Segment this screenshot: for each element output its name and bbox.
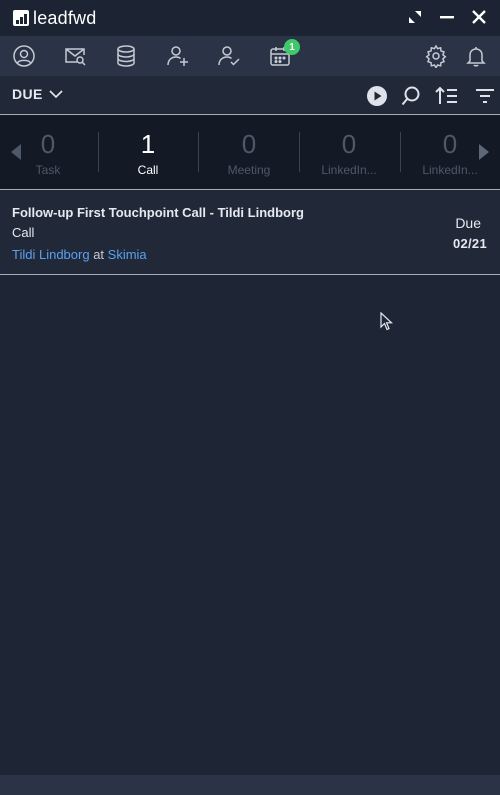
status-bar (0, 775, 500, 795)
calendar-badge: 1 (284, 39, 300, 55)
counter-count: 0 (40, 129, 56, 159)
close-icon[interactable] (468, 6, 490, 28)
task-title: Follow-up First Touchpoint Call - Tildi … (12, 205, 304, 220)
resize-icon[interactable] (404, 6, 426, 28)
bell-icon[interactable] (464, 44, 488, 68)
filter-icon[interactable] (473, 84, 497, 108)
scroll-right-arrow-icon[interactable] (477, 143, 491, 161)
due-label: Due (455, 215, 481, 231)
divider (400, 132, 401, 172)
counter-linkedin-1[interactable]: 0 LinkedIn... (309, 115, 389, 189)
divider (98, 132, 99, 172)
due-filter-label: DUE (12, 86, 43, 102)
counter-task[interactable]: 0 Task (8, 115, 88, 189)
contact-check-icon[interactable] (217, 44, 241, 68)
due-date: 02/21 (452, 236, 487, 251)
add-contact-icon[interactable] (166, 44, 190, 68)
counter-label: LinkedIn... (321, 163, 377, 177)
counter-count: 0 (341, 129, 357, 159)
title-bar: leadfwd (0, 0, 500, 36)
mouse-cursor-icon (380, 311, 394, 336)
counter-count: 1 (140, 129, 156, 159)
minimize-icon[interactable] (436, 6, 458, 28)
app-logo: leadfwd (13, 8, 96, 29)
database-icon[interactable] (114, 44, 138, 68)
window-controls (404, 6, 490, 28)
filter-bar: DUE (0, 76, 500, 115)
counter-label: Meeting (227, 163, 271, 177)
contact-name-link[interactable]: Tildi Lindborg (12, 247, 90, 262)
counter-count: 0 (241, 129, 257, 159)
calendar-icon[interactable]: 1 (268, 39, 300, 68)
chevron-down-icon (49, 90, 63, 99)
task-list-item[interactable]: Follow-up First Touchpoint Call - Tildi … (0, 190, 500, 275)
divider (299, 132, 300, 172)
task-contact-line: Tildi Lindborg at Skimia (12, 247, 147, 262)
company-link[interactable]: Skimia (108, 247, 147, 262)
email-search-icon[interactable] (63, 44, 87, 68)
divider (198, 132, 199, 172)
profile-icon[interactable] (12, 44, 36, 68)
due-filter-dropdown[interactable]: DUE (12, 86, 63, 102)
play-icon[interactable] (365, 84, 389, 108)
search-icon[interactable] (399, 84, 423, 108)
counter-label: Call (137, 163, 159, 177)
at-label: at (93, 247, 105, 262)
counter-label: Task (35, 163, 61, 177)
settings-icon[interactable] (424, 44, 448, 68)
counter-meeting[interactable]: 0 Meeting (209, 115, 289, 189)
counter-call[interactable]: 1 Call (108, 115, 188, 189)
counter-label: LinkedIn... (422, 163, 478, 177)
icon-navbar: 1 (0, 36, 500, 76)
sort-icon[interactable] (435, 84, 459, 108)
logo-icon (13, 10, 29, 26)
task-type-counters: 0 Task 1 Call 0 Meeting 0 LinkedIn... 0 … (0, 115, 500, 190)
app-name: leadfwd (33, 7, 97, 28)
task-type: Call (12, 225, 35, 240)
